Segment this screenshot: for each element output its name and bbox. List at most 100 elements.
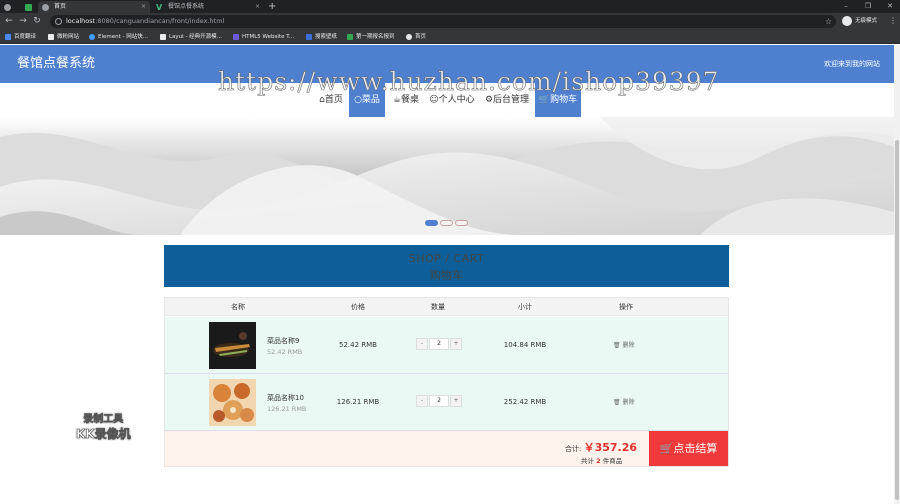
page-scrollbar[interactable] [894, 45, 900, 504]
forward-icon[interactable]: → [17, 15, 29, 27]
bookmark-label: 第一期报名报到 [356, 34, 395, 40]
restore-icon[interactable]: ❐ [858, 0, 878, 13]
quantity-input[interactable]: 2 [429, 338, 449, 350]
dish-image [209, 322, 256, 369]
count-suffix: 件商品 [602, 457, 623, 465]
new-tab-button[interactable]: + [268, 0, 276, 13]
reload-icon[interactable]: ↻ [31, 15, 43, 27]
carousel-dot[interactable] [425, 220, 438, 226]
bookmark-star-icon[interactable]: ☆ [825, 15, 832, 28]
checkout-button[interactable]: 🛒点击结算 [649, 431, 728, 466]
total-row: 合计: ￥357.26 [565, 439, 637, 455]
green-app-icon [25, 4, 32, 11]
bookmark-icon [233, 34, 239, 40]
recorder-watermark: 录制工具 KK录像机 [76, 410, 131, 442]
item-count: 共计 2 件商品 [581, 455, 622, 465]
delete-label: 删除 [622, 342, 635, 349]
close-tab-icon[interactable]: × [141, 1, 146, 13]
bookmark-item[interactable]: 首页 [406, 30, 426, 44]
decrement-button[interactable]: - [416, 338, 428, 350]
dish-unit-price: 52.42 RMB [267, 348, 303, 356]
vue-icon: V [156, 3, 163, 12]
browser-tab-strip: 首页 × V 餐馆点餐系统 × + – ❐ ✕ [0, 0, 900, 13]
table-row: 菜品名称9 52.42 RMB 52.42 RMB - 2 + 104.84 R… [165, 317, 728, 374]
table-header: 名称 价格 数量 小计 操作 [165, 298, 728, 316]
bookmark-label: 微粉网站 [57, 34, 80, 40]
browser-menu-icon[interactable]: ⋮ [889, 15, 897, 27]
total-amount: ￥357.26 [583, 441, 638, 454]
cart-table: 名称 价格 数量 小计 操作 菜品名称9 52.42 RMB 52.42 RMB… [164, 297, 729, 467]
trash-icon: 🗑 [613, 342, 621, 349]
quantity-stepper: - 2 + [416, 338, 462, 350]
bookmark-label: 首页 [415, 34, 427, 40]
tab-label: 餐馆点餐系统 [168, 3, 205, 10]
increment-button[interactable]: + [450, 338, 462, 350]
bookmark-item[interactable]: 微粉网站 [48, 30, 79, 44]
site-info-icon[interactable] [55, 18, 62, 25]
tab-home[interactable]: 首页 × [38, 1, 150, 13]
incognito-icon [842, 16, 852, 26]
tab-system[interactable]: V 餐馆点餐系统 × [152, 1, 264, 13]
incognito-profile[interactable]: 无痕模式 [842, 16, 886, 27]
delete-label: 删除 [622, 399, 635, 406]
tab-0[interactable] [0, 1, 20, 13]
tab-pinned[interactable] [22, 1, 36, 13]
bookmark-item[interactable]: HTML5 Website T... [233, 30, 294, 44]
address-bar[interactable]: localhost:8080/canguandiancan/front/inde… [50, 15, 836, 28]
dish-name: 菜品名称10 [267, 394, 304, 402]
back-icon[interactable]: ← [3, 15, 15, 27]
bookmark-item[interactable]: 搜索壁纸 [306, 30, 337, 44]
url-host: localhost [66, 17, 96, 25]
col-price: 价格 [351, 303, 365, 311]
welcome-text: 欢迎来到我的网站 [824, 60, 880, 68]
quantity-input[interactable]: 2 [429, 395, 449, 407]
close-tab-icon[interactable]: × [255, 1, 260, 13]
col-name: 名称 [231, 303, 245, 311]
globe-icon [42, 4, 49, 11]
delete-button[interactable]: 🗑 删除 [613, 374, 635, 431]
delete-button[interactable]: 🗑 删除 [613, 317, 635, 374]
dish-price: 52.42 RMB [339, 341, 377, 349]
profile-label: 无痕模式 [855, 18, 878, 24]
bookmark-icon [406, 34, 412, 40]
minimize-icon[interactable]: – [836, 0, 856, 13]
browser-toolbar: ← → ↻ localhost:8080/canguandiancan/fron… [0, 13, 900, 30]
carousel-dot[interactable] [455, 220, 468, 226]
quantity-stepper: - 2 + [416, 395, 462, 407]
recorder-line2: KK录像机 [76, 427, 131, 442]
bookmark-label: 百度翻译 [14, 34, 37, 40]
trash-icon: 🗑 [613, 399, 621, 406]
bookmarks-bar: 百度翻译 微粉网站 Element - 网站快... Layui - 经典开源模… [0, 30, 900, 44]
dish-name: 菜品名称9 [267, 337, 300, 345]
col-subtotal: 小计 [518, 303, 532, 311]
table-row: 菜品名称10 126.21 RMB 126.21 RMB - 2 + 252.4… [165, 374, 728, 431]
bookmark-item[interactable]: Layui - 经典开源模... [160, 30, 222, 44]
bookmark-label: 搜索壁纸 [315, 34, 338, 40]
bookmark-item[interactable]: 第一期报名报到 [347, 30, 395, 44]
url-path: :8080/canguandiancan/front/index.html [95, 17, 225, 25]
url-watermark: https://www.huzhan.com/ishop39397 [218, 67, 720, 97]
bookmark-icon [5, 34, 11, 40]
recorder-line1: 录制工具 [83, 414, 124, 426]
carousel-indicators [425, 218, 471, 228]
bookmark-icon [89, 34, 95, 40]
total-label: 合计: [565, 445, 582, 453]
bookmark-item[interactable]: Element - 网站快... [89, 30, 148, 44]
dish-subtotal: 252.42 RMB [503, 398, 547, 406]
dish-subtotal: 104.84 RMB [503, 341, 547, 349]
dish-image [209, 379, 256, 426]
scrollbar-thumb[interactable] [895, 140, 899, 500]
increment-button[interactable]: + [450, 395, 462, 407]
dish-price: 126.21 RMB [336, 398, 380, 406]
count-value: 2 [596, 457, 601, 465]
close-window-icon[interactable]: ✕ [880, 0, 900, 13]
bookmark-icon [306, 34, 312, 40]
carousel-dot[interactable] [440, 220, 453, 226]
col-qty: 数量 [431, 303, 445, 311]
bookmark-icon [160, 34, 166, 40]
decrement-button[interactable]: - [416, 395, 428, 407]
count-prefix: 共计 [581, 457, 594, 465]
cart-summary: 合计: ￥357.26 共计 2 件商品 🛒点击结算 [165, 431, 728, 466]
dish-unit-price: 126.21 RMB [267, 405, 307, 413]
bookmark-item[interactable]: 百度翻译 [5, 30, 36, 44]
